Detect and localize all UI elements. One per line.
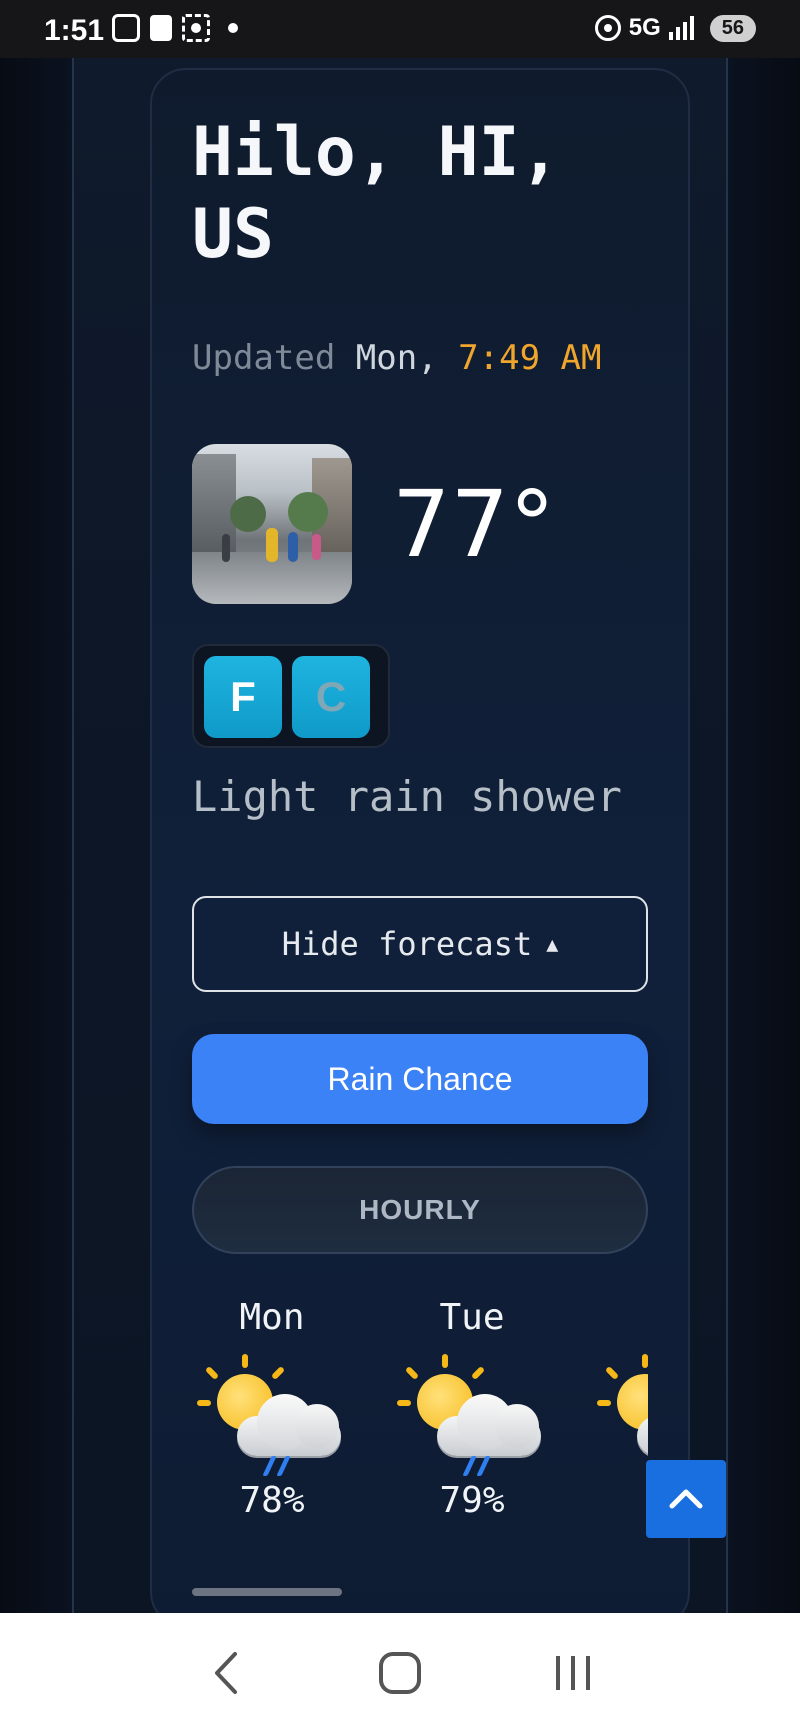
home-icon xyxy=(378,1652,421,1694)
screen-record-icon xyxy=(182,14,210,42)
chevron-up-icon xyxy=(669,1489,703,1509)
current-temperature: 77° xyxy=(392,471,556,578)
forecast-rain-chance: 78% xyxy=(239,1480,305,1521)
unit-toggle: F C xyxy=(192,644,390,748)
status-notification-icons xyxy=(112,14,238,42)
forecast-day: Mon 78% xyxy=(192,1290,352,1521)
forecast-day xyxy=(592,1290,648,1480)
sun-cloud-rain-icon xyxy=(597,1346,648,1486)
city-title: Hilo, HI, US xyxy=(192,113,561,274)
network-type: 5G xyxy=(628,14,661,41)
status-system-icons: 5G 56 xyxy=(594,14,756,42)
celsius-button[interactable]: C xyxy=(292,656,370,738)
forecast-strip[interactable]: Mon 78% Tue 79% xyxy=(192,1290,648,1580)
sun-cloud-rain-icon xyxy=(397,1346,547,1486)
horizontal-scrollbar[interactable] xyxy=(192,1588,342,1596)
hide-forecast-button[interactable]: Hide forecast ▲ xyxy=(192,896,648,992)
weather-condition: Light rain shower xyxy=(192,772,622,821)
fahrenheit-button[interactable]: F xyxy=(204,656,282,738)
updated-day: Mon, xyxy=(355,338,438,378)
hourly-button[interactable]: HOURLY xyxy=(192,1166,648,1254)
forecast-day: Tue 79% xyxy=(392,1290,552,1521)
home-button[interactable] xyxy=(370,1643,430,1703)
hide-forecast-label: Hide forecast xyxy=(281,925,533,963)
battery-level: 56 xyxy=(709,14,756,42)
recent-apps-icon xyxy=(556,1656,591,1690)
updated-line: Updated Mon, 7:49 AM xyxy=(192,338,601,378)
screenshot-icon xyxy=(112,14,140,42)
updated-label: Updated xyxy=(192,338,336,378)
copy-icon xyxy=(150,15,172,41)
recent-apps-button[interactable] xyxy=(543,1643,603,1703)
status-bar: 1:51 5G 56 xyxy=(0,0,800,58)
rain-chance-button[interactable]: Rain Chance xyxy=(192,1034,648,1124)
caret-up-icon: ▲ xyxy=(546,932,559,956)
background-left xyxy=(0,58,72,1613)
sun-cloud-rain-icon xyxy=(197,1346,347,1486)
back-icon xyxy=(214,1652,237,1694)
scroll-to-top-button[interactable] xyxy=(646,1460,726,1538)
forecast-rain-chance: 79% xyxy=(439,1480,505,1521)
updated-time: 7:49 AM xyxy=(458,338,602,378)
signal-icon xyxy=(668,16,694,40)
background-right xyxy=(728,58,800,1613)
notification-dot-icon xyxy=(228,23,238,33)
system-nav-bar xyxy=(0,1613,800,1733)
forecast-day-name: Tue xyxy=(439,1297,505,1338)
weather-photo xyxy=(192,444,352,604)
forecast-day-name: Mon xyxy=(239,1297,305,1338)
hotspot-icon xyxy=(594,15,621,41)
status-time: 1:51 xyxy=(44,14,105,47)
back-button[interactable] xyxy=(197,1643,257,1703)
forecast-day-name xyxy=(592,1290,648,1346)
